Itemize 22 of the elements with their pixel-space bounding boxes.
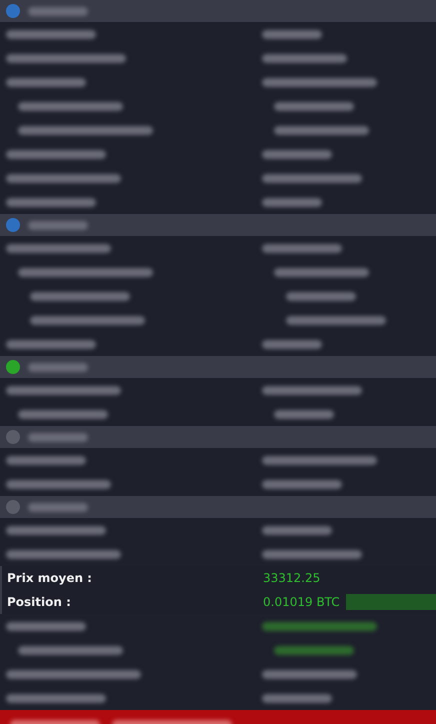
section-header[interactable] bbox=[0, 496, 436, 518]
section-header[interactable] bbox=[0, 426, 436, 448]
redacted-text bbox=[262, 150, 332, 158]
redacted-text bbox=[28, 6, 88, 16]
redacted-text bbox=[262, 694, 332, 702]
redacted-text bbox=[28, 362, 88, 372]
redacted-text bbox=[262, 340, 322, 348]
redacted-text bbox=[262, 198, 322, 206]
redacted-text bbox=[286, 292, 356, 300]
redacted-text bbox=[274, 410, 334, 418]
field-value: 33312.25 bbox=[263, 571, 320, 585]
field-value: 0.01019 BTC bbox=[263, 595, 340, 609]
redacted-text bbox=[262, 30, 322, 38]
section-header[interactable] bbox=[0, 356, 436, 378]
redacted-text bbox=[28, 432, 88, 442]
redacted-text bbox=[28, 220, 88, 230]
redacted-text bbox=[28, 502, 88, 512]
redacted-text bbox=[262, 526, 332, 534]
field-label: Position : bbox=[6, 595, 72, 609]
section-header[interactable] bbox=[0, 0, 436, 22]
field-label: Prix moyen : bbox=[6, 571, 93, 585]
section-header[interactable] bbox=[0, 214, 436, 236]
